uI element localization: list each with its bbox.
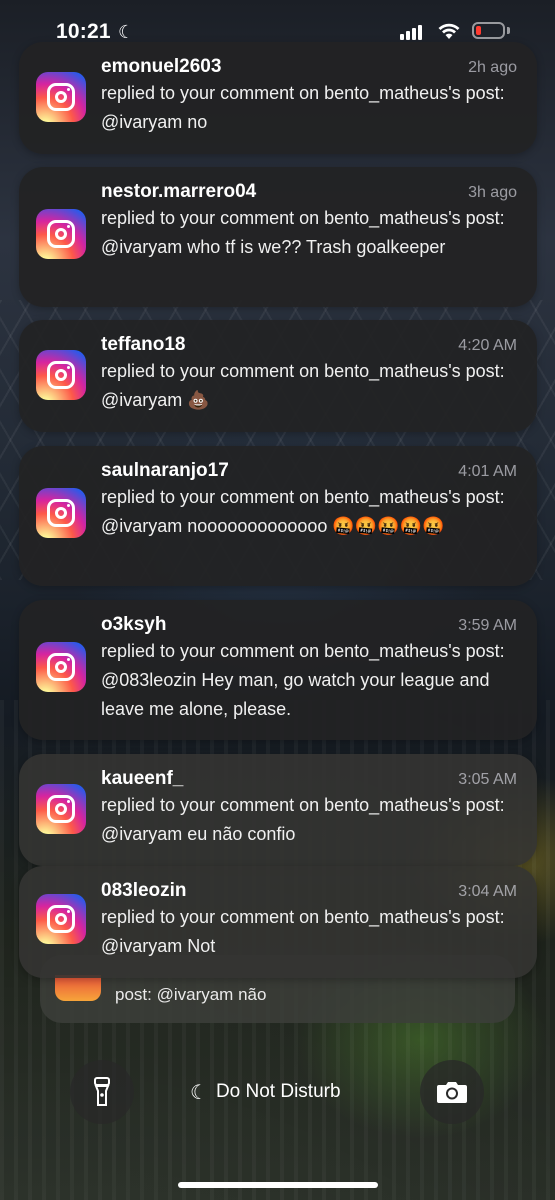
notification-time: 3:59 AM [458,617,517,634]
notification-body: replied to your comment on bento_matheus… [101,487,505,536]
notification-time: 2h ago [468,59,517,76]
notification-card[interactable]: emonuel2603 2h ago replied to your comme… [19,42,537,154]
notification-card[interactable]: saulnaranjo17 4:01 AM replied to your co… [19,446,537,586]
instagram-icon [36,784,86,834]
flashlight-button[interactable] [70,1060,134,1124]
notification-card[interactable]: nestor.marrero04 3h ago replied to your … [19,167,537,307]
notification-time: 3h ago [468,184,517,201]
wifi-icon [438,23,460,39]
notification-time: 3:05 AM [458,771,517,788]
notification-time: 3:04 AM [458,883,517,900]
battery-icon [472,22,505,39]
notification-card[interactable]: o3ksyh 3:59 AM replied to your comment o… [19,600,537,740]
notification-username: teffano18 [101,334,186,355]
instagram-icon [36,642,86,692]
notification-card[interactable]: kaueenf_ 3:05 AM replied to your comment… [19,754,537,866]
clock: 10:21 [56,20,111,43]
notification-username: o3ksyh [101,614,167,635]
camera-button[interactable] [420,1060,484,1124]
notification-card[interactable]: teffano18 4:20 AM replied to your commen… [19,320,537,432]
camera-icon [437,1082,467,1103]
notification-body: replied to your comment on bento_matheus… [101,208,505,257]
notification-body: replied to your comment on bento_matheus… [101,83,505,132]
moon-icon: ☾ [190,1081,208,1104]
notification-username: nestor.marrero04 [101,181,257,202]
notification-body: replied to your comment on bento_matheus… [101,361,505,410]
do-not-disturb-indicator[interactable]: ☾ Do Not Disturb [190,1074,341,1110]
notification-time: 4:01 AM [458,463,517,480]
cellular-signal-icon [400,25,422,40]
notification-body: replied to your comment on bento_matheus… [101,641,505,719]
stacked-notification-body: post: @ivaryam não [115,985,267,1004]
instagram-icon [36,894,86,944]
dnd-label: Do Not Disturb [215,1081,341,1102]
notification-body: replied to your comment on bento_matheus… [101,907,505,956]
notification-body: replied to your comment on bento_matheus… [101,795,505,844]
moon-icon: ☾ [118,22,135,42]
instagram-icon [36,350,86,400]
notification-username: 083leozin [101,880,187,901]
instagram-icon [36,72,86,122]
notification-username: saulnaranjo17 [101,460,229,481]
instagram-icon [36,488,86,538]
instagram-icon [36,209,86,259]
home-indicator[interactable] [178,1182,378,1188]
instagram-icon [55,975,101,1001]
notification-username: kaueenf_ [101,768,184,789]
flashlight-icon [94,1077,110,1106]
notification-card[interactable]: 083leozin 3:04 AM replied to your commen… [19,866,537,978]
notification-username: emonuel2603 [101,56,222,77]
notification-time: 4:20 AM [458,337,517,354]
